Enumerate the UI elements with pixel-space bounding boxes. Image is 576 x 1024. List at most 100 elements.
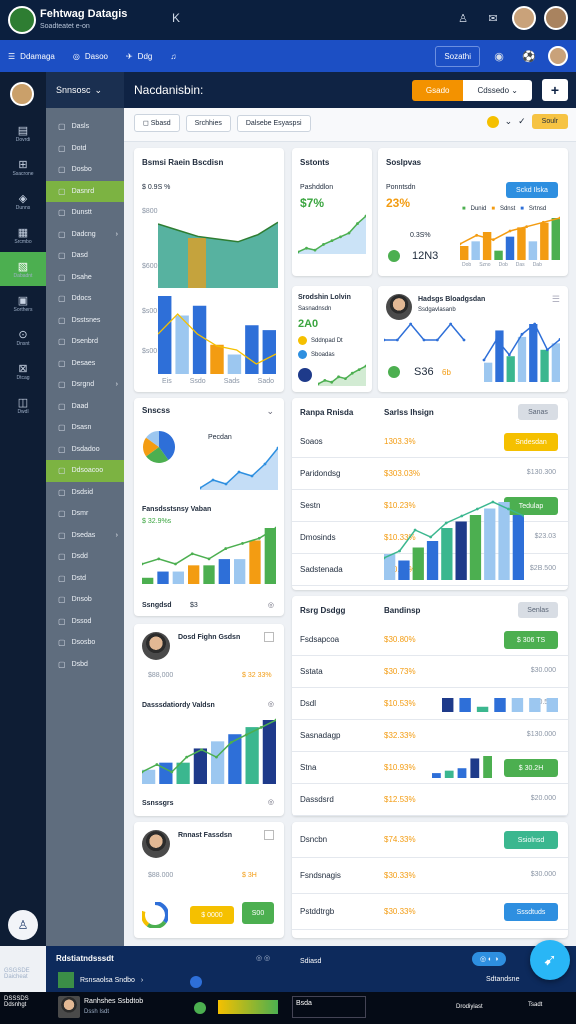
table-row[interactable]: Dassdsrd $12.53% $20.000 bbox=[292, 784, 568, 816]
chart-bar bbox=[262, 720, 276, 784]
sidebar-item[interactable]: ▢ Dsdd bbox=[46, 546, 124, 568]
nav-item-3[interactable]: ✈ Ddg bbox=[126, 52, 152, 61]
sidebar-item[interactable]: ▢ Dstd bbox=[46, 568, 124, 590]
sidebar-heading[interactable]: Snnsosc ⌄ bbox=[46, 72, 124, 108]
sidebar-item[interactable]: ▢ Dssod bbox=[46, 611, 124, 633]
table-row[interactable]: Paridondsg $303.03% $130.300 bbox=[292, 458, 568, 490]
table-row[interactable]: Soaos 1303.3% Sndesdan bbox=[292, 426, 568, 458]
sidebar-item[interactable]: ▢ Dsbd bbox=[46, 654, 124, 676]
rail-item-6[interactable]: ▣ Sorthers bbox=[0, 286, 46, 320]
chevron-down-icon[interactable]: ⌄ bbox=[505, 116, 513, 127]
row-button[interactable]: Sndesdan bbox=[504, 433, 558, 451]
yellow-button[interactable]: $ 0000 bbox=[190, 906, 234, 924]
sidebar-item[interactable]: ▢ Desaes bbox=[46, 353, 124, 375]
chevron-down-icon[interactable]: ⌄ bbox=[266, 406, 274, 417]
bottom-item[interactable]: Rsnsaolsa Sndbo › bbox=[58, 972, 143, 988]
rail-item-2[interactable]: ⊞ Ssacrone bbox=[0, 150, 46, 184]
donut-slice bbox=[154, 902, 168, 924]
sidebar-item[interactable]: ▢ Dsstsnes bbox=[46, 310, 124, 332]
table-summary: Dsncbn $74.33% Ssiolnsd Fsndsnagis $30.33% $3… bbox=[292, 822, 568, 938]
dropdown-button[interactable]: Cdssedo ⌄ bbox=[463, 79, 532, 101]
sidebar-item[interactable]: ▢ Dsrgnd › bbox=[46, 374, 124, 396]
row-button[interactable]: Sssdtuds bbox=[504, 903, 558, 921]
table-row[interactable]: Dsncbn $74.33% Ssiolnsd bbox=[292, 822, 568, 858]
table-row[interactable]: Pstddtrgb $30.33% Sssdtuds bbox=[292, 894, 568, 930]
card-button[interactable]: Sckd Ilska bbox=[506, 182, 558, 198]
sidebar-item[interactable]: ▢ Daad bbox=[46, 396, 124, 418]
fab-button[interactable]: ➹ bbox=[530, 940, 570, 980]
sidebar-item[interactable]: ▢ Dadcng › bbox=[46, 224, 124, 246]
sidebar-item[interactable]: ▢ Dunstt bbox=[46, 202, 124, 224]
nav-avatar[interactable] bbox=[548, 46, 568, 66]
globe-icon[interactable]: ◉ bbox=[488, 45, 510, 67]
row-button[interactable]: Ssiolnsd bbox=[504, 831, 558, 849]
green-button[interactable]: S00 bbox=[242, 902, 274, 924]
sidebar-item[interactable]: ▢ Dnsob bbox=[46, 589, 124, 611]
primary-button[interactable]: Gsado bbox=[411, 79, 464, 101]
settings-icon[interactable]: ◎ bbox=[268, 700, 274, 708]
settings-icon[interactable]: ◎ bbox=[268, 798, 274, 806]
chart-point bbox=[207, 557, 211, 561]
chip-3[interactable]: Dalsebe Esyaspsi bbox=[236, 114, 311, 132]
rail-badge-icon[interactable]: ♙ bbox=[8, 910, 38, 940]
sidebar-item[interactable]: ▢ Dsenbrd bbox=[46, 331, 124, 353]
sidebar-item[interactable]: ▢ Dsedas › bbox=[46, 525, 124, 547]
sidebar-item[interactable]: ▢ Ddsoacoo bbox=[46, 460, 124, 482]
sidebar-item[interactable]: ▢ Dasnrd bbox=[46, 180, 124, 202]
sidebar-item[interactable]: ▢ Dsosbo bbox=[46, 632, 124, 654]
toggle-group[interactable]: ◎ ◐ ◑ bbox=[472, 952, 507, 966]
user-icon[interactable]: ♙ bbox=[452, 7, 474, 29]
rail-item-3[interactable]: ◈ Dunns bbox=[0, 184, 46, 218]
sidebar-item[interactable]: ▢ Dasd bbox=[46, 245, 124, 267]
rail-item-5[interactable]: ▧ Dabadnt bbox=[0, 252, 46, 286]
nav-item-2[interactable]: ◎ Dasoo bbox=[73, 52, 108, 61]
sidebar-item[interactable]: ▢ Dsmr bbox=[46, 503, 124, 525]
sidebar-item[interactable]: ▢ Dsdadoo bbox=[46, 439, 124, 461]
table-row[interactable]: Sstata $30.73% $30.000 bbox=[292, 656, 568, 688]
chip-1[interactable]: ◻ Sbasd bbox=[134, 114, 180, 132]
sidebar-item[interactable]: ▢ Dsahe bbox=[46, 267, 124, 289]
sidebar-item[interactable]: ▢ Dsasn bbox=[46, 417, 124, 439]
chart-bar bbox=[203, 565, 215, 584]
table-row[interactable]: Fsndsnagis $30.33% $30.000 bbox=[292, 858, 568, 894]
rail-item-8[interactable]: ⊠ Dtcag bbox=[0, 354, 46, 388]
checkbox[interactable] bbox=[264, 632, 274, 642]
nav-button[interactable]: Sozathi bbox=[435, 45, 480, 67]
rail-avatar[interactable] bbox=[10, 82, 34, 106]
ball-icon[interactable]: ⚽ bbox=[518, 45, 540, 67]
settings-icon[interactable]: ◎ bbox=[268, 601, 274, 609]
mail-icon[interactable]: ✉ bbox=[482, 7, 504, 29]
row-button[interactable]: $ 306 TS bbox=[504, 631, 558, 649]
sidebar-item[interactable]: ▢ Dotd bbox=[46, 138, 124, 160]
row-button[interactable]: $ 30.2H bbox=[504, 759, 558, 777]
close-button[interactable]: K bbox=[172, 11, 180, 25]
rail-item-4[interactable]: ▦ Srcmbo bbox=[0, 218, 46, 252]
avatar-secondary[interactable] bbox=[544, 6, 568, 30]
table-row[interactable]: Fsdsapcoa $30.80% $ 306 TS bbox=[292, 624, 568, 656]
plane-icon: ✈ bbox=[125, 51, 133, 61]
table-row[interactable]: Sasnadagp $32.33% $130.000 bbox=[292, 720, 568, 752]
warn-button[interactable]: Soulr bbox=[531, 114, 568, 129]
rail-item-1[interactable]: ▤ Dovrdi bbox=[0, 116, 46, 150]
checkbox[interactable] bbox=[264, 830, 274, 840]
check-icon[interactable]: ✓ bbox=[518, 116, 526, 127]
card-person: Dosd Fighn Gsdsn $88,000 $ 32 33% Dasssd… bbox=[134, 624, 284, 816]
sidebar-item[interactable]: ▢ Dsdsid bbox=[46, 482, 124, 504]
table-row[interactable]: Stna $10.93% $ 30.2H bbox=[292, 752, 568, 784]
menu-icon[interactable]: ☰ bbox=[552, 294, 560, 305]
chip-2[interactable]: Srchhies bbox=[185, 114, 231, 132]
nav-item-1[interactable]: ☰ Ddamaga bbox=[8, 52, 55, 61]
add-button[interactable]: + bbox=[542, 79, 568, 101]
sidebar-icon: ▢ bbox=[58, 487, 66, 497]
rail-item-9[interactable]: ◫ Dwdl bbox=[0, 388, 46, 422]
rail-item-7[interactable]: ⊙ Dnsnt bbox=[0, 320, 46, 354]
table-button[interactable]: Sanas bbox=[518, 404, 558, 420]
rail-icon: ⊠ bbox=[18, 362, 28, 375]
nav-item-4[interactable]: ♫ bbox=[170, 52, 176, 61]
sidebar-item[interactable]: ▢ Dasls bbox=[46, 116, 124, 138]
table-button[interactable]: Senlas bbox=[518, 602, 558, 618]
chart-point bbox=[462, 338, 466, 342]
sidebar-item[interactable]: ▢ Dosbo bbox=[46, 159, 124, 181]
avatar[interactable] bbox=[512, 6, 536, 30]
sidebar-item[interactable]: ▢ Ddocs bbox=[46, 288, 124, 310]
